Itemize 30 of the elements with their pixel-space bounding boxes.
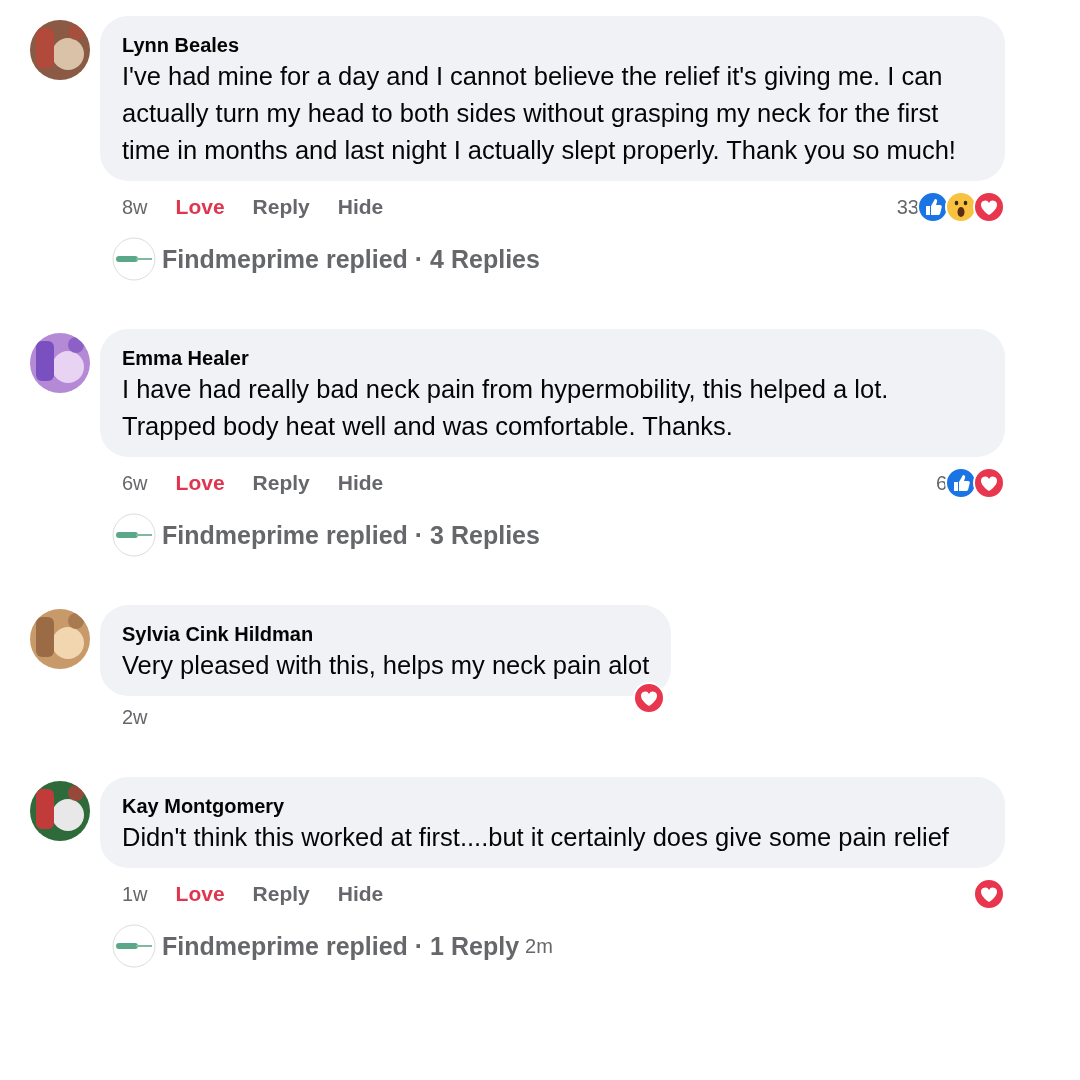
comment-text: I have had really bad neck pain from hypermobility, this helped a lot. Trapped body heat well and was comfortable. Thanks. <box>122 374 890 442</box>
comment-time[interactable]: 2w <box>122 706 148 729</box>
hide-link[interactable]: Hide <box>337 882 384 906</box>
hide-link[interactable]: Hide <box>337 195 384 219</box>
reply-link[interactable]: Reply <box>252 471 310 495</box>
thumbs-up-icon <box>945 467 977 499</box>
comment-time[interactable]: 8w <box>122 195 148 219</box>
comment-text: Didn't think this worked at first....but it certainly does give some pain relief <box>122 822 950 853</box>
author-name[interactable]: Lynn Beales <box>122 32 983 58</box>
reply-link[interactable]: Reply <box>252 195 310 219</box>
comment-text: I've had mine for a day and I cannot believe the relief it's giving me. I can actually turn my head to both sides without grasping my neck for the first time in months and last night I actually slept properly. Thank you so much! <box>122 61 957 166</box>
reply-link[interactable]: Reply <box>252 882 310 906</box>
replies-link[interactable]: Findmeprime replied · 3 Replies <box>162 520 540 550</box>
comment-text: Very pleased with this, helps my neck pain alot <box>122 650 650 681</box>
surprised-emoji-icon <box>945 191 977 223</box>
love-link[interactable]: Love <box>175 882 225 906</box>
reaction-count[interactable]: 6 <box>935 471 947 495</box>
author-name[interactable]: Emma Healer <box>122 345 983 371</box>
author-name[interactable]: Kay Montgomery <box>122 793 983 819</box>
replies-link[interactable]: Findmeprime replied · 1 Reply <box>162 931 520 961</box>
comment-time[interactable]: 6w <box>122 471 148 495</box>
love-link[interactable]: Love <box>175 195 225 219</box>
hide-link[interactable]: Hide <box>337 471 384 495</box>
love-link[interactable]: Love <box>175 471 225 495</box>
author-name[interactable]: Sylvia Cink Hildman <box>122 621 650 647</box>
replies-link[interactable]: Findmeprime replied · 4 Replies <box>162 244 540 274</box>
comment-time[interactable]: 1w <box>122 882 148 906</box>
reply-time: 2m <box>525 934 553 958</box>
reaction-count[interactable]: 33 <box>896 195 919 219</box>
thumbs-up-icon <box>917 191 949 223</box>
